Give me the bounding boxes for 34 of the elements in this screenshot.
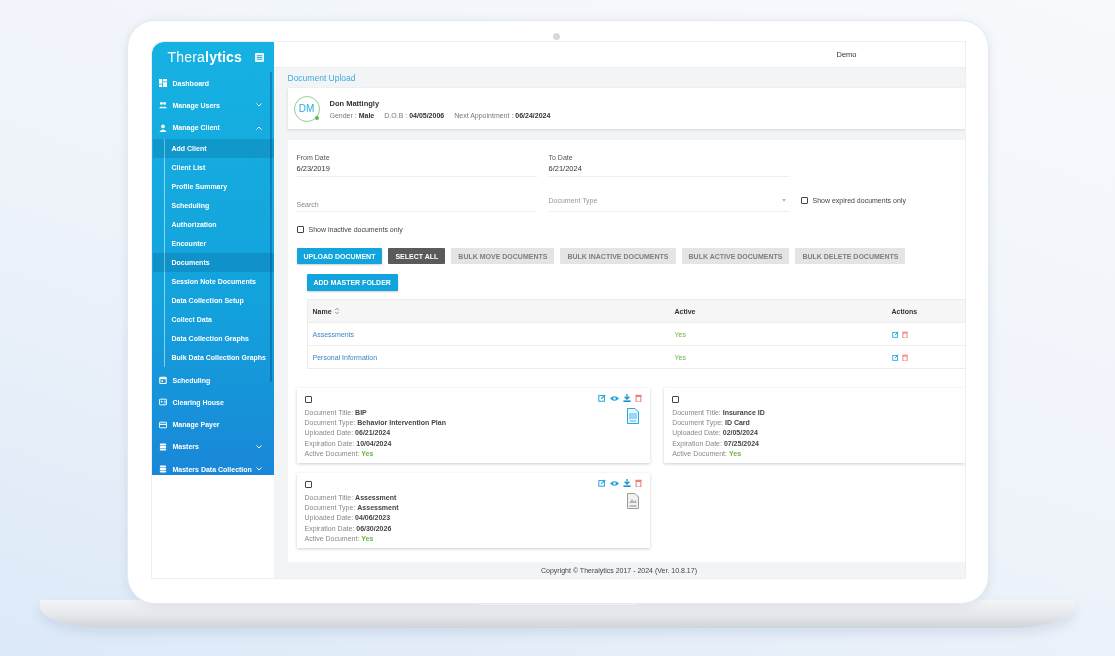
eye-icon[interactable] <box>610 479 620 487</box>
page-title: Document Upload <box>287 73 357 83</box>
edit-icon[interactable] <box>891 330 899 338</box>
checkbox[interactable] <box>296 226 304 233</box>
database-icon <box>158 442 167 451</box>
id-card-icon <box>158 398 167 407</box>
trash-icon[interactable] <box>635 479 643 487</box>
sort-icon[interactable] <box>334 308 339 314</box>
checkbox[interactable] <box>304 481 312 488</box>
trash-icon[interactable] <box>901 330 908 338</box>
edit-icon[interactable] <box>891 353 899 361</box>
user-icon <box>158 123 167 132</box>
camera-dot <box>552 33 560 40</box>
caret-icon <box>781 198 786 202</box>
trash-icon[interactable] <box>901 353 908 361</box>
checkbox[interactable] <box>304 396 312 403</box>
eye-icon[interactable] <box>610 394 620 402</box>
image-file-icon <box>627 493 640 509</box>
database-icon <box>158 465 167 474</box>
edit-icon[interactable] <box>598 394 607 402</box>
download-icon[interactable] <box>623 394 632 402</box>
scrollbar[interactable] <box>269 72 272 382</box>
users-icon <box>158 101 167 110</box>
logo: Theralytics <box>167 49 243 65</box>
document-file-icon <box>627 408 640 424</box>
menu-icon[interactable] <box>254 52 264 62</box>
trash-icon[interactable] <box>635 394 643 402</box>
card-icon <box>158 420 167 429</box>
download-icon[interactable] <box>623 479 632 487</box>
dashboard-icon <box>158 79 167 88</box>
checkbox[interactable] <box>800 197 808 204</box>
edit-icon[interactable] <box>598 479 607 487</box>
calendar-icon <box>158 376 167 385</box>
checkbox[interactable] <box>672 396 680 403</box>
